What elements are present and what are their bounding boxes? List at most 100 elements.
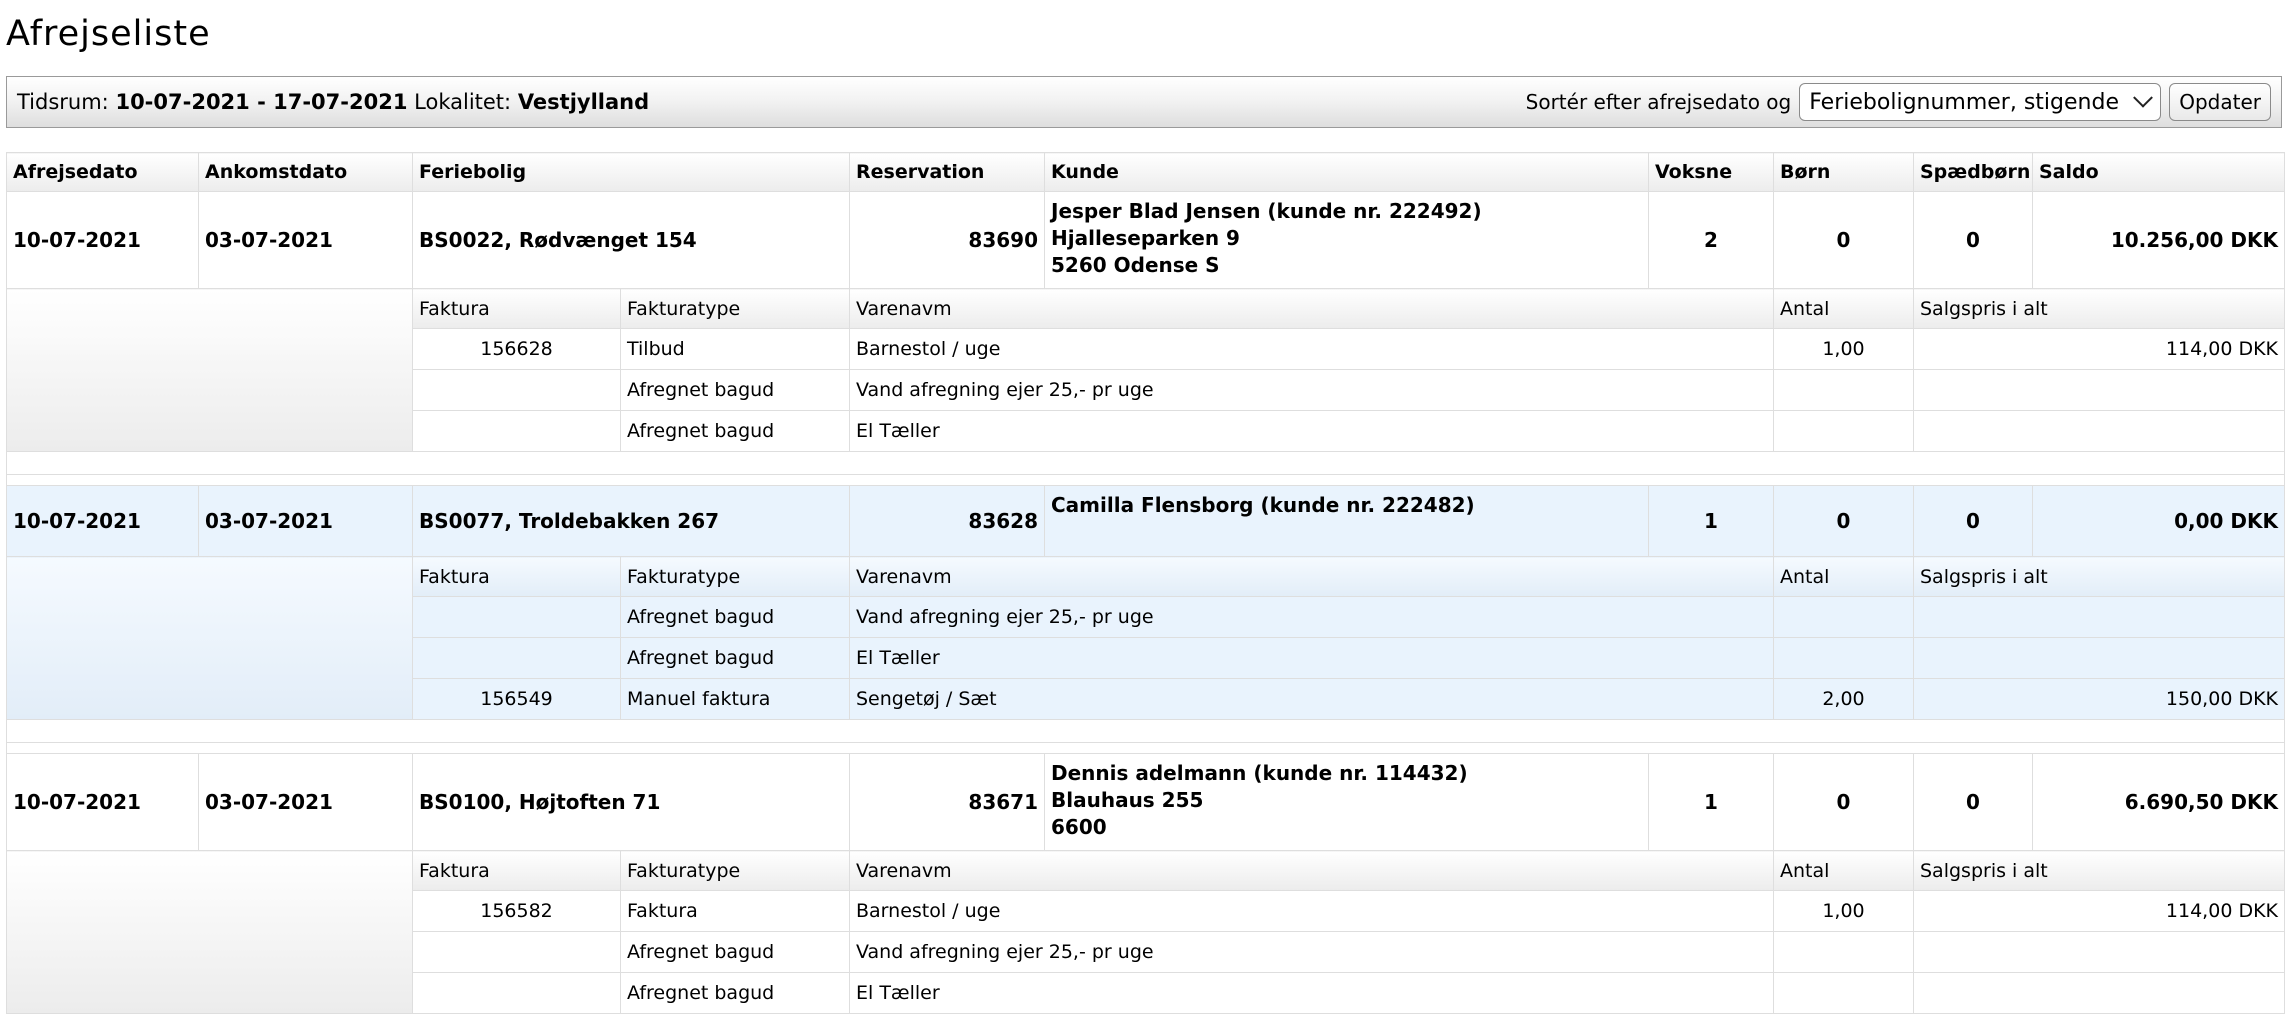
location-label: Lokalitet: <box>414 90 512 114</box>
customer-city: 6600 <box>1051 815 1107 839</box>
sub-col-header: Salgspris i alt <box>1913 556 2285 597</box>
invoice-number <box>412 637 621 679</box>
col-header: Reservation <box>849 152 1045 192</box>
item-price <box>1913 410 2285 452</box>
departure-table: Afrejsedato Ankomstdato Feriebolig Reser… <box>6 152 2285 1014</box>
invoice-number <box>412 410 621 452</box>
invoice-header-row: Faktura Fakturatype Varenavm Antal Salgs… <box>6 556 2285 720</box>
col-header: Børn <box>1773 152 1914 192</box>
sub-col-header: Faktura <box>412 288 621 329</box>
sub-col-header: Salgspris i alt <box>1913 288 2285 329</box>
item-quantity: 2,00 <box>1773 678 1914 720</box>
item-name: Vand afregning ejer 25,- pr uge <box>849 596 1774 638</box>
table-header-row: Afrejsedato Ankomstdato Feriebolig Reser… <box>6 152 2285 192</box>
booking-group: 10-07-2021 03-07-2021 BS0022, Rødvænget … <box>6 191 2285 486</box>
period-value: 10-07-2021 - 17-07-2021 <box>115 90 408 114</box>
invoice-number <box>412 931 621 973</box>
customer-address: Blauhaus 255 <box>1051 788 1204 812</box>
period-label: Tidsrum: <box>17 90 109 114</box>
children: 0 <box>1773 485 1914 557</box>
col-header: Saldo <box>2032 152 2285 192</box>
item-name: Barnestol / uge <box>849 890 1774 932</box>
arrival-date: 03-07-2021 <box>198 485 413 557</box>
indent-cell <box>6 556 413 720</box>
departure-date: 10-07-2021 <box>6 485 199 557</box>
customer-name: Jesper Blad Jensen (kunde nr. 222492) <box>1051 199 1482 223</box>
col-header: Feriebolig <box>412 152 850 192</box>
filter-summary: Tidsrum: 10-07-2021 - 17-07-2021 Lokalit… <box>17 90 1526 114</box>
location-value: Vestjylland <box>517 90 650 114</box>
item-price <box>1913 637 2285 679</box>
page-title: Afrejseliste <box>6 14 211 54</box>
sub-col-header: Fakturatype <box>620 288 850 329</box>
children: 0 <box>1773 191 1914 289</box>
item-name: Sengetøj / Sæt <box>849 678 1774 720</box>
invoice-number: 156628 <box>412 328 621 370</box>
sort-select[interactable]: Feriebolignummer, stigende <box>1799 83 2162 121</box>
sub-col-header: Fakturatype <box>620 850 850 891</box>
item-price <box>1913 369 2285 411</box>
balance: 0,00 DKK <box>2032 485 2285 557</box>
invoice-type: Tilbud <box>620 328 850 370</box>
col-header: Ankomstdato <box>198 152 413 192</box>
invoice-type: Afregnet bagud <box>620 596 850 638</box>
item-price: 150,00 DKK <box>1913 678 2285 720</box>
departure-date: 10-07-2021 <box>6 191 199 289</box>
item-price <box>1913 931 2285 973</box>
booking-group: 10-07-2021 03-07-2021 BS0077, Troldebakk… <box>6 485 2285 720</box>
house: BS0100, Højtoften 71 <box>412 753 850 851</box>
sub-col-header: Antal <box>1773 288 1914 329</box>
booking-group: 10-07-2021 03-07-2021 BS0100, Højtoften … <box>6 753 2285 1014</box>
sub-col-header: Varenavm <box>849 850 1774 891</box>
invoice-type: Afregnet bagud <box>620 410 850 452</box>
booking-row: 10-07-2021 03-07-2021 BS0022, Rødvænget … <box>6 191 2285 289</box>
col-header: Voksne <box>1648 152 1774 192</box>
arrival-date: 03-07-2021 <box>198 191 413 289</box>
item-quantity <box>1773 410 1914 452</box>
invoice-number: 156549 <box>412 678 621 720</box>
chevron-down-icon <box>2133 87 2154 108</box>
reservation-number: 83628 <box>849 485 1045 557</box>
item-quantity <box>1773 972 1914 1014</box>
invoice-number <box>412 972 621 1014</box>
sub-col-header: Salgspris i alt <box>1913 850 2285 891</box>
house: BS0077, Troldebakken 267 <box>412 485 850 557</box>
group-separator <box>6 719 2285 743</box>
customer-name: Camilla Flensborg (kunde nr. 222482) <box>1051 493 1475 517</box>
adults: 2 <box>1648 191 1774 289</box>
sub-col-header: Antal <box>1773 556 1914 597</box>
invoice-type: Afregnet bagud <box>620 972 850 1014</box>
balance: 10.256,00 DKK <box>2032 191 2285 289</box>
item-quantity: 1,00 <box>1773 890 1914 932</box>
infants: 0 <box>1913 191 2033 289</box>
invoice-type: Manuel faktura <box>620 678 850 720</box>
item-name: El Tæller <box>849 410 1774 452</box>
customer-name: Dennis adelmann (kunde nr. 114432) <box>1051 761 1468 785</box>
adults: 1 <box>1648 485 1774 557</box>
col-header: Spædbørn <box>1913 152 2033 192</box>
item-price: 114,00 DKK <box>1913 890 2285 932</box>
sort-controls: Sortér efter afrejsedato og Feriebolignu… <box>1526 83 2271 121</box>
reservation-number: 83690 <box>849 191 1045 289</box>
invoice-header-row: Faktura Fakturatype Varenavm Antal Salgs… <box>6 288 2285 452</box>
filter-bar: Tidsrum: 10-07-2021 - 17-07-2021 Lokalit… <box>6 76 2282 128</box>
infants: 0 <box>1913 753 2033 851</box>
sub-col-header: Fakturatype <box>620 556 850 597</box>
invoice-type: Afregnet bagud <box>620 637 850 679</box>
item-name: Vand afregning ejer 25,- pr uge <box>849 369 1774 411</box>
customer: Camilla Flensborg (kunde nr. 222482) <box>1044 485 1649 557</box>
item-quantity <box>1773 369 1914 411</box>
sort-label: Sortér efter afrejsedato og <box>1525 90 1792 114</box>
infants: 0 <box>1913 485 2033 557</box>
col-header: Afrejsedato <box>6 152 199 192</box>
children: 0 <box>1773 753 1914 851</box>
item-name: Vand afregning ejer 25,- pr uge <box>849 931 1774 973</box>
item-name: El Tæller <box>849 972 1774 1014</box>
sort-selected-value: Feriebolignummer, stigende <box>1809 89 2119 115</box>
update-button[interactable]: Opdater <box>2169 83 2271 121</box>
col-header: Kunde <box>1044 152 1649 192</box>
sub-col-header: Faktura <box>412 850 621 891</box>
item-name: El Tæller <box>849 637 1774 679</box>
arrival-date: 03-07-2021 <box>198 753 413 851</box>
item-price <box>1913 596 2285 638</box>
